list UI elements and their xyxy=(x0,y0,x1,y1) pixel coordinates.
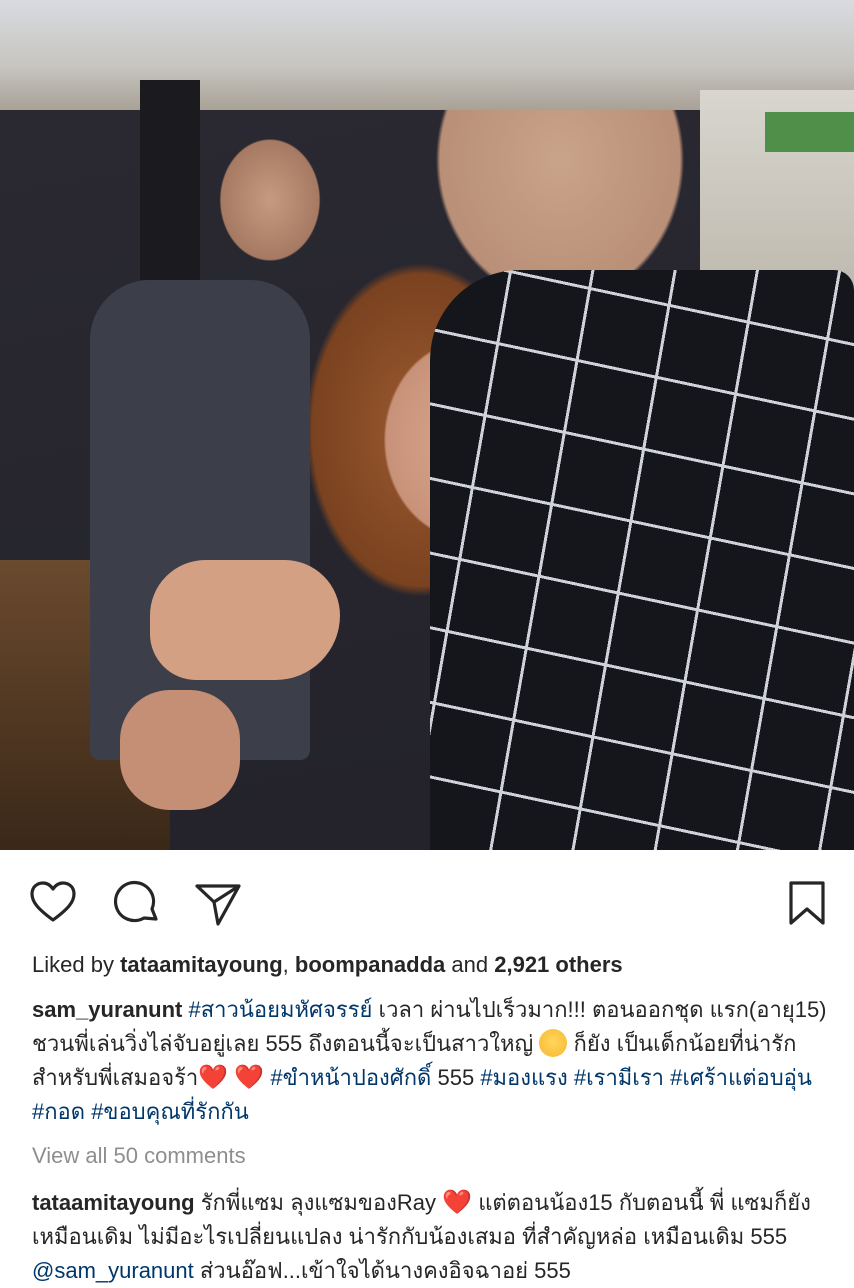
likes-count-link[interactable]: 2,921 others xyxy=(494,952,622,977)
hugging-face-emoji-icon xyxy=(539,1029,568,1057)
red-heart-emoji-icon: ❤️ xyxy=(234,1064,265,1091)
comment-bubble-icon[interactable] xyxy=(112,878,162,928)
hashtag-link[interactable]: #กอด xyxy=(32,1099,85,1124)
caption-text: 555 xyxy=(437,1065,475,1090)
comment-item: tataamitayoung รักพี่แซม ลุงแซมของRay ❤️… xyxy=(32,1186,832,1288)
photo-hand xyxy=(120,690,240,810)
liked-by-user-link[interactable]: tataamitayoung xyxy=(120,952,283,977)
likes-separator: , xyxy=(282,952,289,977)
photo-sign xyxy=(765,112,854,152)
likes-and: and xyxy=(451,952,489,977)
post-caption: sam_yuranunt #สาวน้อยมหัศจรรย์ เวลา ผ่าน… xyxy=(32,993,832,1129)
comment-username-link[interactable]: tataamitayoung xyxy=(32,1190,195,1215)
photo-person-right-shirt xyxy=(430,270,854,850)
mention-link[interactable]: @sam_yuranunt xyxy=(32,1258,194,1283)
bookmark-icon[interactable] xyxy=(782,878,832,928)
photo-pillar xyxy=(140,80,200,280)
hashtag-link[interactable]: #ขำหน้าปองศักดิ์ xyxy=(270,1065,431,1090)
liked-by-user-link[interactable]: boompanadda xyxy=(295,952,445,977)
view-all-comments-link[interactable]: View all 50 comments xyxy=(32,1139,832,1173)
heart-outline-icon[interactable] xyxy=(28,878,78,928)
post-photo[interactable] xyxy=(0,0,854,850)
hashtag-link[interactable]: #ขอบคุณที่รักกัน xyxy=(91,1099,249,1124)
comment-text: รักพี่แซม ลุงแซมของRay xyxy=(200,1190,437,1215)
hashtag-link[interactable]: #สาวน้อยมหัศจรรย์ xyxy=(189,997,373,1022)
red-heart-emoji-icon: ❤️ xyxy=(198,1064,229,1091)
red-heart-emoji-icon: ❤️ xyxy=(442,1189,473,1216)
paper-plane-icon[interactable] xyxy=(193,878,243,928)
photo-arm xyxy=(150,560,340,680)
comment-text: ส่วนอ๊อฟ...เข้าใจได้นางคงอิจฉาอย่ 555 xyxy=(199,1258,571,1283)
hashtag-link[interactable]: #เรามีเรา xyxy=(574,1065,664,1090)
post-actions-bar xyxy=(0,872,854,932)
caption-username-link[interactable]: sam_yuranunt xyxy=(32,997,182,1022)
hashtag-link[interactable]: #เศร้าแต่อบอุ่น xyxy=(670,1065,812,1090)
photo-person-left xyxy=(90,280,310,760)
likes-prefix: Liked by xyxy=(32,952,114,977)
hashtag-link[interactable]: #มองแรง xyxy=(480,1065,567,1090)
likes-summary: Liked by tataamitayoung, boompanadda and… xyxy=(32,948,832,982)
